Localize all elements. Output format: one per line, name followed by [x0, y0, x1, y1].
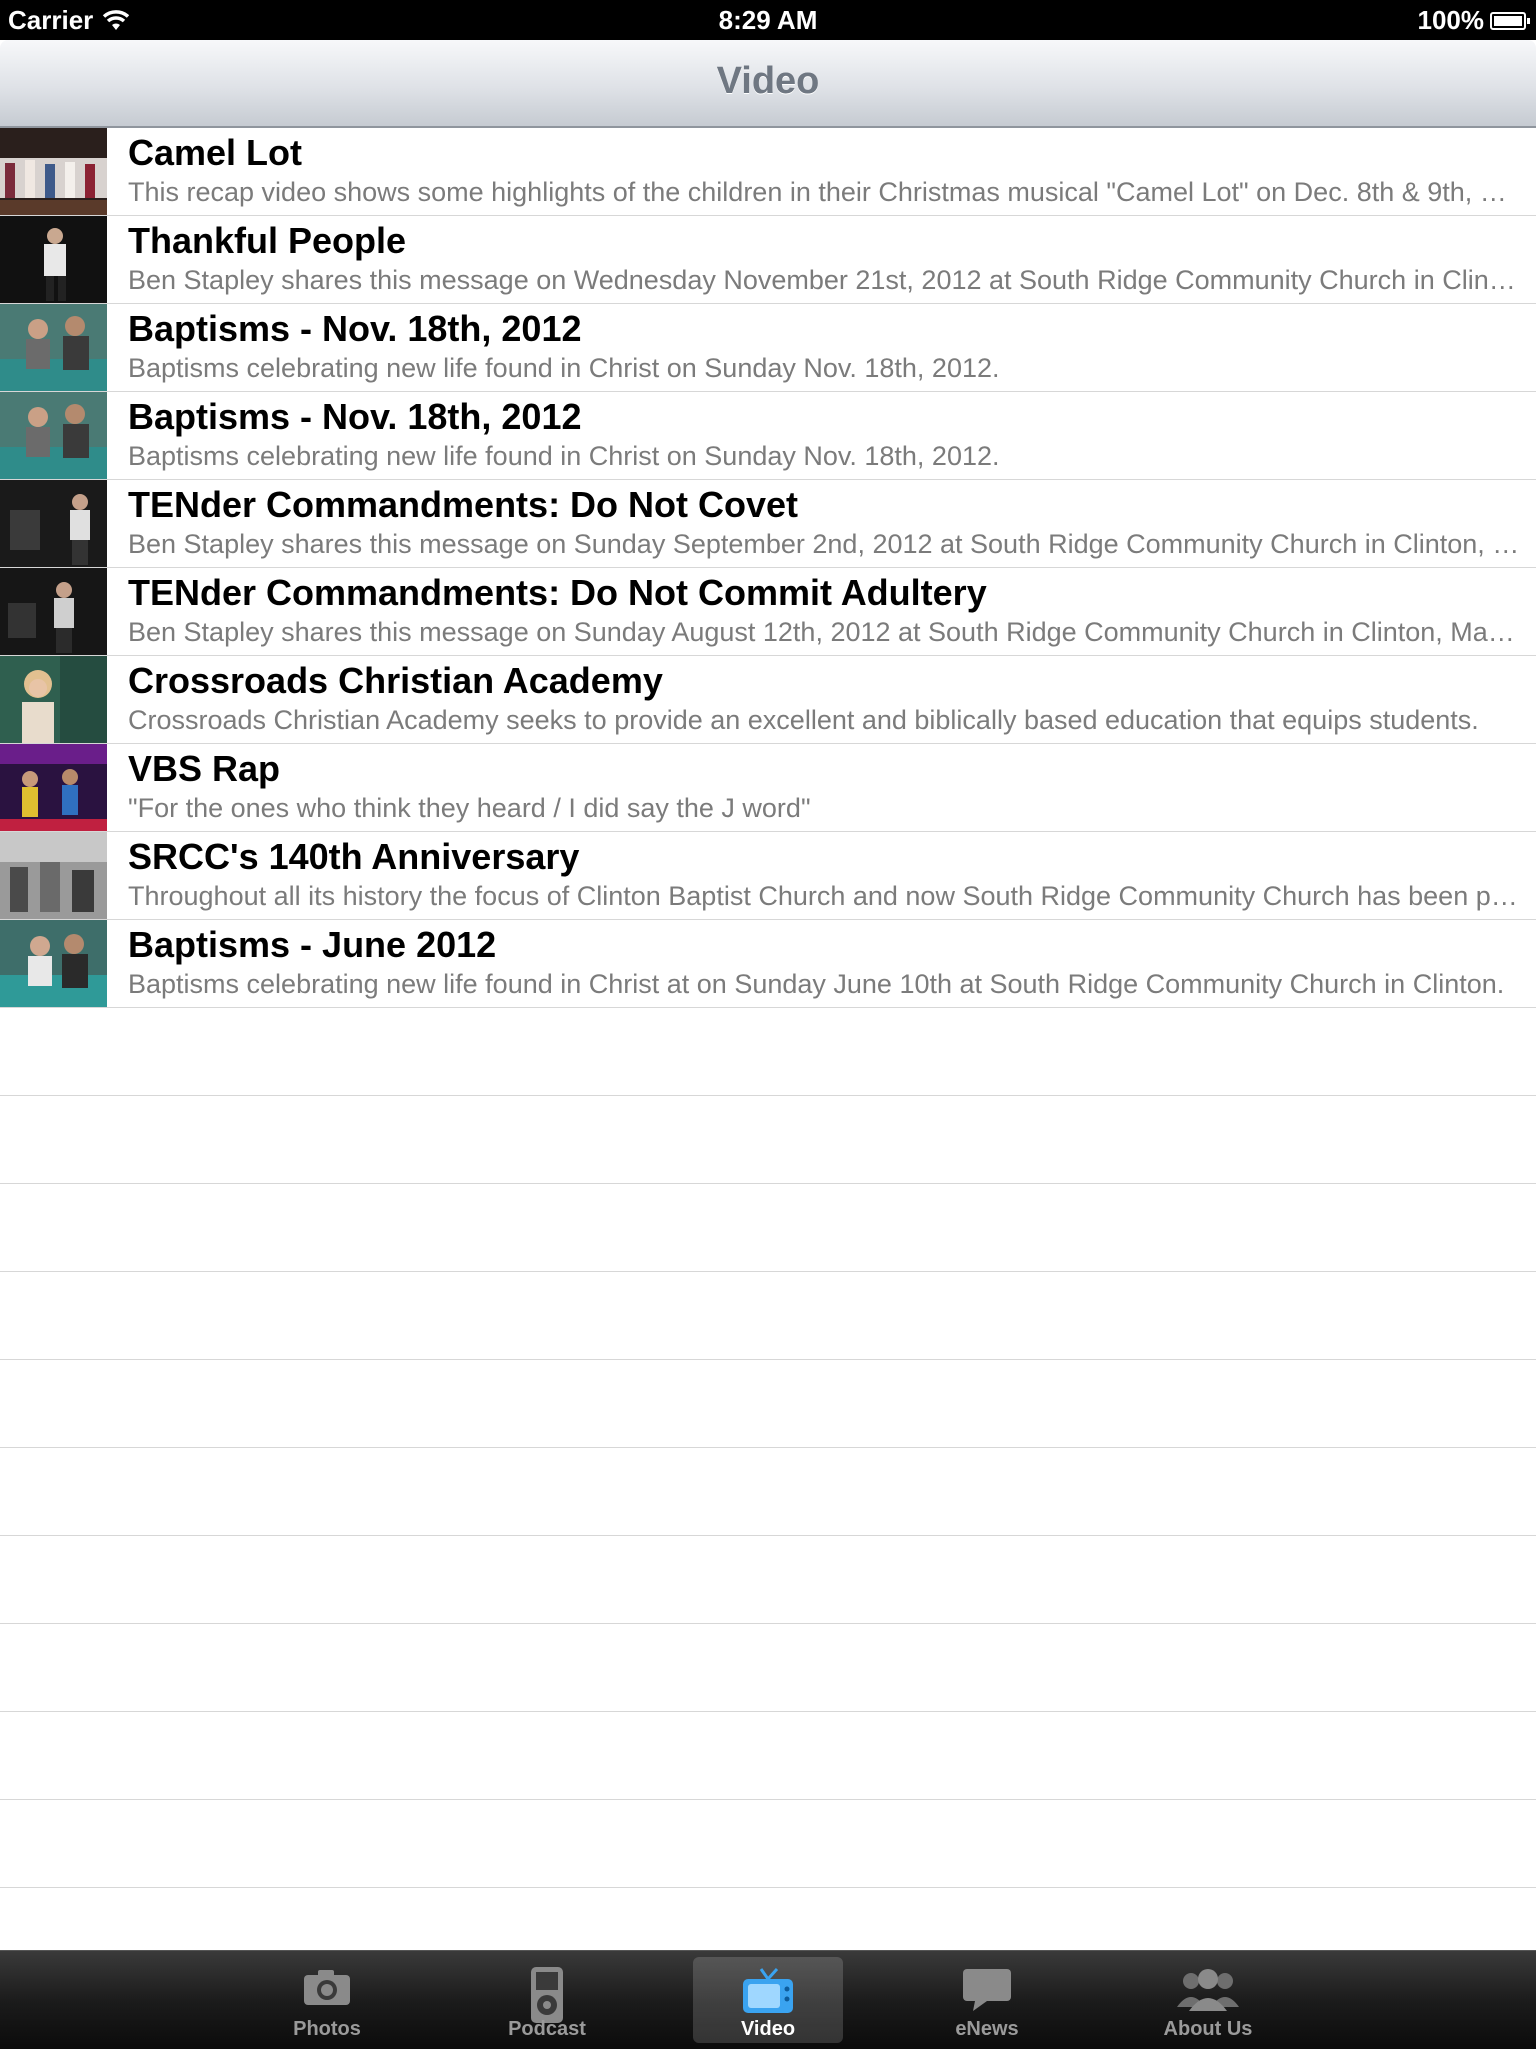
video-title: Baptisms - Nov. 18th, 2012 — [128, 308, 582, 349]
video-description: Baptisms celebrating new life found in C… — [128, 969, 1505, 999]
empty-row — [0, 1448, 1536, 1536]
video-description: This recap video shows some highlights o… — [128, 177, 1520, 207]
empty-row — [0, 1096, 1536, 1184]
video-title: TENder Commandments: Do Not Covet — [128, 484, 799, 525]
video-title: SRCC's 140th Anniversary — [128, 836, 580, 877]
list-item[interactable]: Crossroads Christian Academy Crossroads … — [0, 656, 1536, 744]
tab-label: Photos — [293, 2018, 361, 2040]
tab-video[interactable]: Video — [693, 1957, 843, 2043]
list-item[interactable]: SRCC's 140th Anniversary Throughout all … — [0, 832, 1536, 920]
list-item[interactable]: Baptisms - Nov. 18th, 2012 Baptisms cele… — [0, 392, 1536, 480]
list-item[interactable]: Thankful People Ben Stapley shares this … — [0, 216, 1536, 304]
tab-about-us[interactable]: About Us — [1133, 1957, 1283, 2043]
video-description: Baptisms celebrating new life found in C… — [128, 353, 1000, 383]
empty-row — [0, 1712, 1536, 1800]
video-description: Ben Stapley shares this message on Sunda… — [128, 617, 1520, 647]
camera-icon — [304, 1970, 350, 2005]
tab-label: About Us — [1163, 2018, 1253, 2040]
video-title: VBS Rap — [128, 748, 281, 789]
tab-photos[interactable]: Photos — [252, 1957, 402, 2043]
tab-enews[interactable]: eNews — [912, 1957, 1062, 2043]
battery-icon — [1490, 11, 1530, 30]
empty-row — [0, 1536, 1536, 1624]
battery-indicator: 100% — [1417, 5, 1530, 36]
list-item[interactable]: Baptisms - June 2012 Baptisms celebratin… — [0, 920, 1536, 1008]
navigation-bar: Video — [0, 40, 1536, 128]
video-description: Crossroads Christian Academy seeks to pr… — [128, 705, 1479, 735]
thumbnail-image — [0, 656, 107, 743]
thumbnail-image — [0, 568, 107, 655]
tab-label: eNews — [955, 2018, 1019, 2040]
status-bar: Carrier 8:29 AM 100% — [0, 0, 1536, 40]
list-item[interactable]: Camel Lot This recap video shows some hi… — [0, 128, 1536, 216]
video-title: Camel Lot — [128, 132, 303, 173]
tab-label: Podcast — [508, 2018, 586, 2040]
video-title: Crossroads Christian Academy — [128, 660, 663, 701]
video-description: "For the ones who think they heard / I d… — [128, 793, 811, 823]
battery-percent: 100% — [1417, 5, 1485, 35]
empty-row — [0, 1272, 1536, 1360]
empty-row — [0, 1008, 1536, 1096]
page-title: Video — [716, 60, 820, 102]
list-item[interactable]: TENder Commandments: Do Not Commit Adult… — [0, 568, 1536, 656]
empty-row — [0, 1800, 1536, 1888]
thumbnail-image — [0, 392, 107, 479]
empty-row — [0, 1184, 1536, 1272]
people-icon — [1177, 1969, 1239, 2011]
list-item[interactable]: Baptisms - Nov. 18th, 2012 Baptisms cele… — [0, 304, 1536, 392]
video-description: Ben Stapley shares this message on Wedne… — [128, 265, 1520, 295]
tab-podcast[interactable]: Podcast — [472, 1957, 622, 2043]
list-item[interactable]: TENder Commandments: Do Not Covet Ben St… — [0, 480, 1536, 568]
list-item[interactable]: VBS Rap "For the ones who think they hea… — [0, 744, 1536, 832]
thumbnail-image — [0, 128, 107, 215]
video-description: Ben Stapley shares this message on Sunda… — [128, 529, 1520, 559]
speech-bubble-icon — [963, 1969, 1011, 2011]
thumbnail-image — [0, 216, 107, 303]
video-description: Baptisms celebrating new life found in C… — [128, 441, 1000, 471]
video-title: TENder Commandments: Do Not Commit Adult… — [128, 572, 987, 613]
thumbnail-image — [0, 480, 107, 567]
video-title: Baptisms - June 2012 — [128, 924, 497, 965]
thumbnail-image — [0, 832, 107, 919]
tv-icon — [743, 1967, 793, 2013]
tab-label: Video — [740, 2018, 796, 2040]
video-list[interactable]: Camel Lot This recap video shows some hi… — [0, 128, 1536, 1888]
ipod-icon — [531, 1967, 563, 2023]
clock: 8:29 AM — [718, 5, 818, 35]
video-title: Baptisms - Nov. 18th, 2012 — [128, 396, 582, 437]
empty-row — [0, 1624, 1536, 1712]
thumbnail-image — [0, 920, 107, 1007]
tab-bar: Photos Podcast Video eNews About Us — [0, 1950, 1536, 2049]
thumbnail-image — [0, 304, 107, 391]
video-description: Throughout all its history the focus of … — [128, 881, 1520, 911]
empty-row — [0, 1360, 1536, 1448]
thumbnail-image — [0, 744, 107, 831]
video-title: Thankful People — [128, 220, 407, 261]
